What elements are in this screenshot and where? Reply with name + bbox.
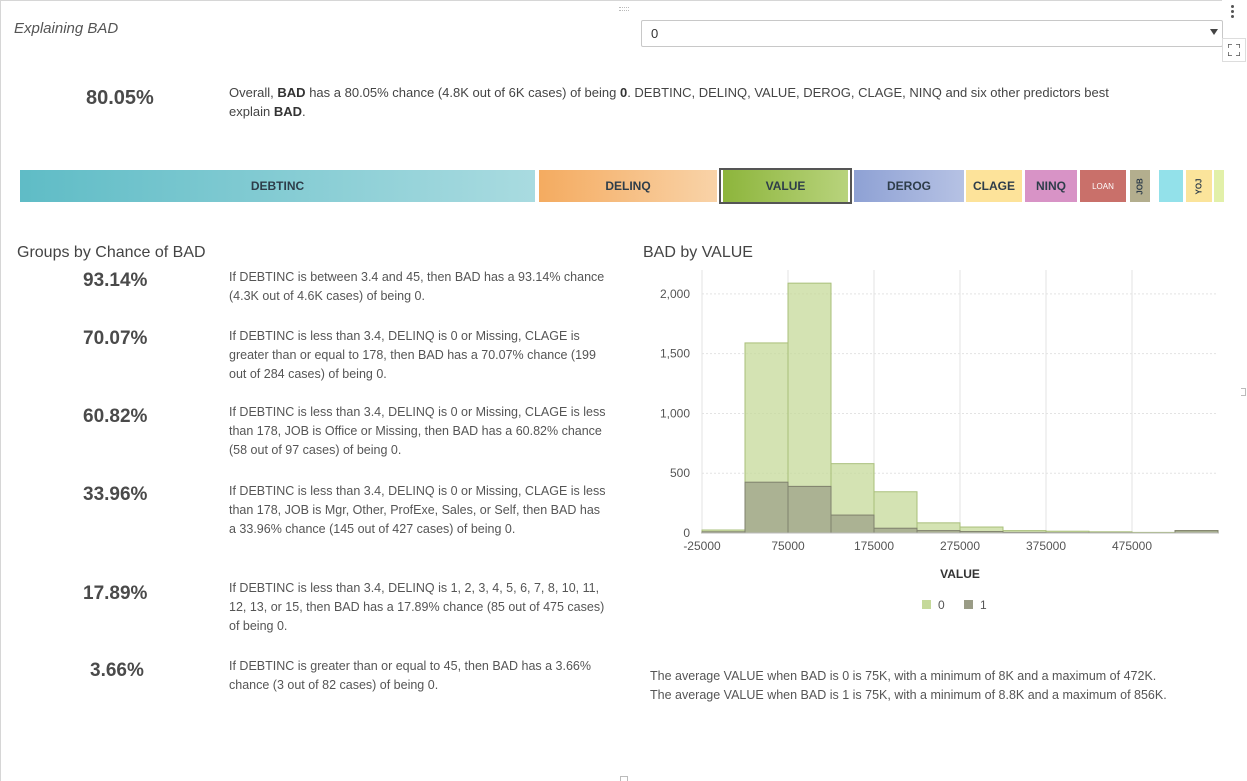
predictor-bar-label: CLAGE <box>973 179 1015 193</box>
y-tick-label: 1,000 <box>660 406 690 420</box>
predictor-bar-job[interactable]: JOB <box>1130 170 1150 202</box>
group-percent: 93.14% <box>83 270 148 291</box>
group-rule-text: If DEBTINC is between 3.4 and 45, then B… <box>229 270 605 303</box>
histogram-bar-bad-1[interactable] <box>830 514 875 534</box>
x-tick-label: 275000 <box>940 539 980 553</box>
predictor-bar-loan[interactable]: LOAN <box>1080 170 1126 202</box>
predictor-bar-label: JOB <box>1135 177 1145 195</box>
maximize-icon <box>1228 44 1240 56</box>
predictor-bar-clage[interactable]: CLAGE <box>966 170 1022 202</box>
predictor-bar-label: DEROG <box>886 179 931 193</box>
x-tick-label: 475000 <box>1112 539 1152 553</box>
group-rule-text: If DEBTINC is less than 3.4, DELINQ is 1… <box>229 581 605 633</box>
resize-handle-bottom[interactable] <box>620 776 628 781</box>
group-percent: 60.82% <box>83 406 148 427</box>
predictor-bar-label: VALUE <box>765 179 806 193</box>
histogram-bar-bad-1[interactable] <box>744 481 789 534</box>
chevron-down-icon <box>1210 29 1218 35</box>
select-value: 0 <box>651 26 659 41</box>
predictor-bar-yoj[interactable]: YOJ <box>1186 170 1212 202</box>
histogram-bar-bad-0[interactable] <box>873 491 918 534</box>
target-level-select[interactable]: 0 <box>641 20 1223 47</box>
predictor-bar-label: LOAN <box>1092 181 1114 191</box>
drag-handle-icon[interactable] <box>619 7 629 11</box>
group-rule-text: If DEBTINC is less than 3.4, DELINQ is 0… <box>229 484 606 536</box>
overall-percent: 80.05% <box>86 87 154 109</box>
group-percent: 70.07% <box>83 328 148 349</box>
x-tick-label: 75000 <box>771 539 805 553</box>
legend-swatch-1[interactable] <box>964 600 973 609</box>
y-tick-label: 0 <box>683 526 690 540</box>
predictor-bar-delinq[interactable]: DELINQ <box>539 170 717 202</box>
x-axis-title: VALUE <box>940 567 980 581</box>
group-rule-text: If DEBTINC is less than 3.4, DELINQ is 0… <box>229 329 596 381</box>
predictor-bar-other-8[interactable] <box>1159 170 1183 202</box>
legend-label-0: 0 <box>938 598 945 612</box>
legend-label-1: 1 <box>980 598 987 612</box>
predictor-bar-value[interactable]: VALUE <box>723 170 848 202</box>
predictor-bar-label: YOJ <box>1194 177 1204 195</box>
chart-title: BAD by VALUE <box>643 244 753 261</box>
y-tick-label: 2,000 <box>660 287 690 301</box>
group-percent: 3.66% <box>90 660 144 681</box>
summary-line-bad-0: The average VALUE when BAD is 0 is 75K, … <box>650 669 1157 683</box>
group-percent: 17.89% <box>83 583 148 604</box>
x-tick-label: -25000 <box>683 539 721 553</box>
resize-handle-right[interactable] <box>1241 388 1246 396</box>
predictor-bar-derog[interactable]: DEROG <box>854 170 964 202</box>
predictor-bar-label: DEBTINC <box>250 179 305 193</box>
page-title: Explaining BAD <box>14 20 119 37</box>
maximize-button[interactable] <box>1222 38 1246 62</box>
group-rule-text: If DEBTINC is greater than or equal to 4… <box>229 659 591 692</box>
overall-summary: Overall, BAD has a 80.05% chance (4.8K o… <box>229 85 1109 119</box>
predictor-bar-label: NINQ <box>1036 179 1066 193</box>
y-tick-label: 500 <box>670 466 690 480</box>
group-percent: 33.96% <box>83 484 148 505</box>
predictor-bar-other-10[interactable] <box>1214 170 1224 202</box>
predictor-bar-ninq[interactable]: NINQ <box>1025 170 1077 202</box>
histogram-bar-bad-1[interactable] <box>873 527 918 534</box>
y-tick-label: 1,500 <box>660 347 690 361</box>
predictor-bar-label: DELINQ <box>605 179 651 193</box>
summary-line-bad-1: The average VALUE when BAD is 1 is 75K, … <box>650 688 1167 702</box>
x-tick-label: 375000 <box>1026 539 1066 553</box>
x-tick-label: 175000 <box>854 539 894 553</box>
legend-swatch-0[interactable] <box>922 600 931 609</box>
kebab-menu-icon[interactable] <box>1228 3 1236 23</box>
group-rule-text: If DEBTINC is less than 3.4, DELINQ is 0… <box>229 405 606 457</box>
value-summary: The average VALUE when BAD is 0 is 75K, … <box>650 667 1240 705</box>
groups-title: Groups by Chance of BAD <box>17 244 206 261</box>
predictor-bar-debtinc[interactable]: DEBTINC <box>20 170 535 202</box>
histogram-bar-bad-1[interactable] <box>787 485 832 534</box>
histogram-chart[interactable]: 0 500 1,000 1,500 2,000 -25000 75000 175000 2750… <box>640 270 1240 620</box>
